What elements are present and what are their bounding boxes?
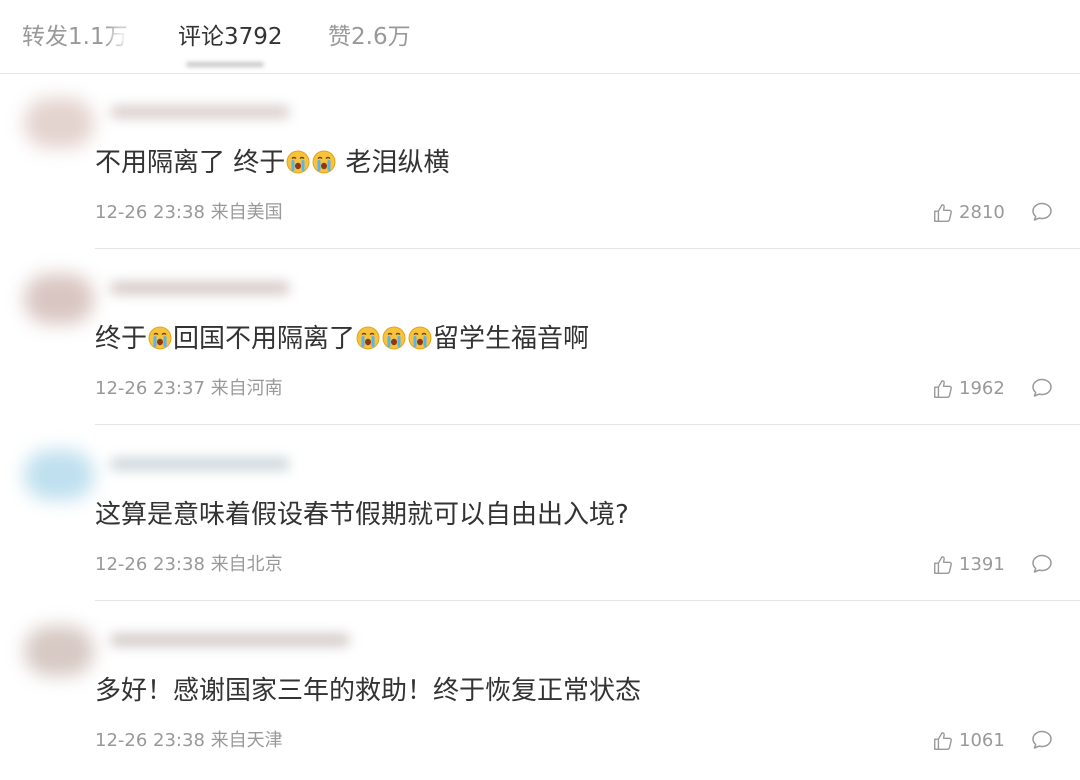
avatar[interactable] [24,450,94,500]
reply-bubble-icon[interactable] [1030,376,1054,400]
comment-text: 不用隔离了 终于 老泪纵横 [95,144,450,182]
comment-text-part: 留学生福音啊 [433,324,590,354]
like-count: 2810 [959,202,1005,223]
divider [95,424,1080,425]
crying-face-icon [408,326,432,350]
like-count: 1061 [959,730,1005,751]
like-button[interactable]: 1391 [932,552,1005,578]
username-blurred[interactable] [110,106,290,118]
comment-meta: 12-26 23:38 来自美国 [95,202,283,223]
tab-blur-mask [112,26,166,48]
comment-text-part: 老泪纵横 [337,148,450,178]
active-tab-indicator [186,62,264,67]
like-count: 1962 [959,378,1005,399]
comment-text: 多好！感谢国家三年的救助！终于恢复正常状态 [95,676,642,706]
thumbs-up-icon [934,380,952,398]
comment-text: 终于 回国不用隔离了 留学生福音啊 [95,320,589,358]
avatar[interactable] [24,274,94,324]
username-blurred[interactable] [110,458,290,470]
username-blurred[interactable] [110,282,290,294]
avatar[interactable] [24,98,94,148]
divider [95,248,1080,249]
comment-text: 这算是意味着假设春节假期就可以自由出入境? [95,500,629,530]
tab-likes[interactable]: 赞2.6万 [328,20,411,54]
reply-bubble-icon[interactable] [1030,200,1054,224]
thumbs-up-icon [934,556,952,574]
crying-face-icon [356,326,380,350]
reply-bubble-icon[interactable] [1030,728,1054,752]
tab-comments[interactable]: 评论3792 [178,20,283,54]
avatar[interactable] [24,626,94,676]
comment-text-part: 不用隔离了 终于 [95,148,286,178]
comment-meta: 12-26 23:38 来自天津 [95,730,283,751]
crying-face-icon [312,150,336,174]
divider [95,600,1080,601]
thumbs-up-icon [934,732,952,750]
comment-text-part: 回国不用隔离了 [173,324,356,354]
comment-item: 不用隔离了 终于 老泪纵横 12-26 23:38 来自美国 2810 [0,76,1080,252]
crying-face-icon [286,150,310,174]
crying-face-icon [382,326,406,350]
comment-text-part: 终于 [95,324,148,354]
comment-meta: 12-26 23:37 来自河南 [95,378,283,399]
comment-meta: 12-26 23:38 来自北京 [95,554,283,575]
comment-item: 终于 回国不用隔离了 留学生福音啊 12-26 23:37 来自河南 1962 [0,252,1080,428]
reply-bubble-icon[interactable] [1030,552,1054,576]
like-button[interactable]: 2810 [932,200,1005,226]
comment-item: 这算是意味着假设春节假期就可以自由出入境? 12-26 23:38 来自北京 1… [0,428,1080,604]
like-button[interactable]: 1061 [932,728,1005,754]
crying-face-icon [148,326,172,350]
like-button[interactable]: 1962 [932,376,1005,402]
comment-tabs: 转发1.1万 评论3792 赞2.6万 [0,0,1080,74]
thumbs-up-icon [934,204,952,222]
like-count: 1391 [959,554,1005,575]
username-blurred[interactable] [110,634,350,646]
comment-item: 多好！感谢国家三年的救助！终于恢复正常状态 12-26 23:38 来自天津 1… [0,604,1080,780]
